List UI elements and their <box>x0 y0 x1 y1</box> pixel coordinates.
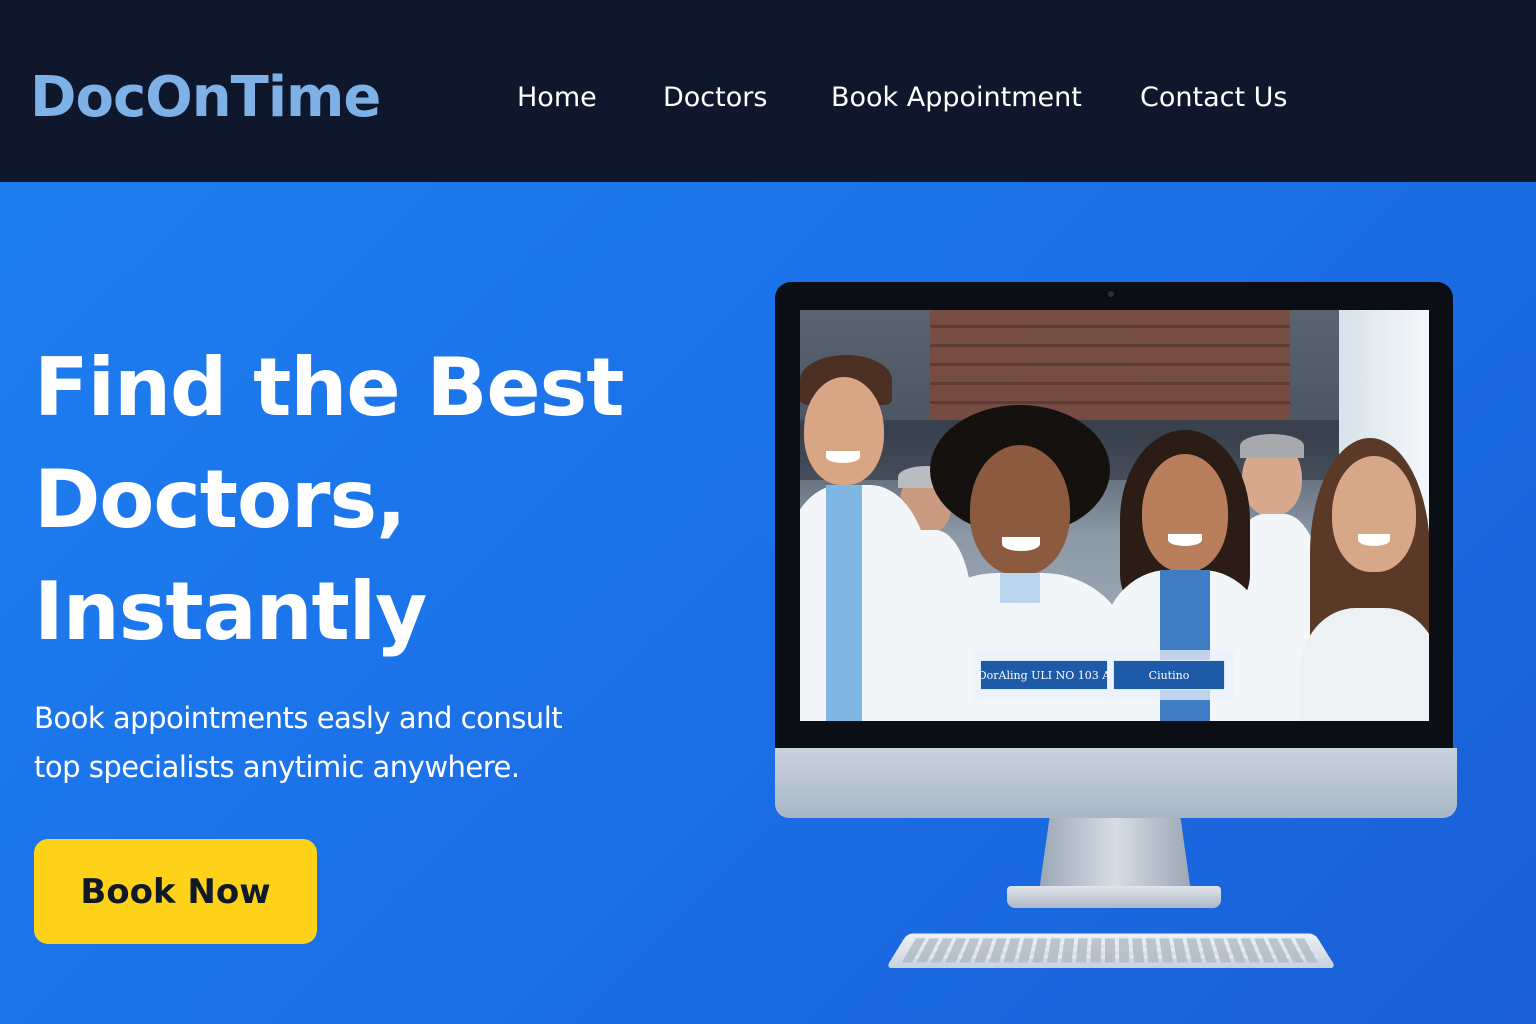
hero-subtitle-line: top specialists anytimic anywhere. <box>34 750 520 784</box>
monitor-bezel: DorAling ULI NO 103 A Ciutino <box>775 282 1453 752</box>
monitor-illustration: DorAling ULI NO 103 A Ciutino <box>775 282 1457 982</box>
monitor-chin <box>775 748 1457 818</box>
hero-title-line: Instantly <box>34 565 427 658</box>
nav-book-appointment[interactable]: Book Appointment <box>831 84 1082 111</box>
hero-title: Find the Best Doctors, Instantly <box>34 332 674 668</box>
screen-action-button: Ciutino <box>1113 660 1225 690</box>
nav-home[interactable]: Home <box>517 84 597 111</box>
monitor-screen-doctors-photo: DorAling ULI NO 103 A Ciutino <box>800 310 1429 721</box>
keyboard-icon <box>885 933 1337 969</box>
camera-icon <box>1108 291 1114 297</box>
nav-contact-us[interactable]: Contact Us <box>1140 84 1287 111</box>
hero-title-line: Find the Best <box>34 341 625 434</box>
screen-search-field: DorAling ULI NO 103 A <box>978 660 1110 690</box>
brick-wall <box>930 310 1290 420</box>
hero-subtitle-line: Book appointments easly and consult <box>34 701 563 735</box>
book-now-button[interactable]: Book Now <box>34 839 317 944</box>
monitor-stand-base <box>1007 886 1221 908</box>
brand-logo[interactable]: DocOnTime <box>30 70 381 126</box>
hero-title-line: Doctors, <box>34 453 406 546</box>
hero-subtitle: Book appointments easly and consult top … <box>34 694 654 792</box>
hero-section: Find the Best Doctors, Instantly Book ap… <box>0 182 1536 1024</box>
nav-doctors[interactable]: Doctors <box>663 84 767 111</box>
top-navbar: DocOnTime Home Doctors Book Appointment … <box>0 0 1536 182</box>
